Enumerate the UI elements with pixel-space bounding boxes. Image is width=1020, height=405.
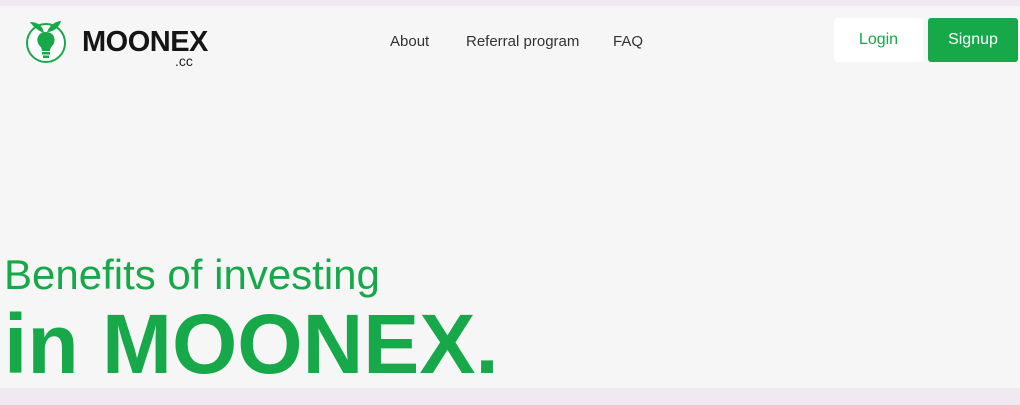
signup-button[interactable]: Signup <box>928 18 1018 62</box>
page-frame: MOONEX .cc About Referral program FAQ Lo… <box>0 6 1020 388</box>
nav-link-referral-program[interactable]: Referral program <box>466 32 579 52</box>
login-button[interactable]: Login <box>834 18 923 62</box>
hero-title: in MOONEX. <box>4 297 499 388</box>
brand-suffix: .cc <box>175 53 193 69</box>
nav-link-about[interactable]: About <box>390 32 429 52</box>
hero-subtitle: Benefits of investing <box>4 251 380 298</box>
nav-link-faq[interactable]: FAQ <box>613 32 643 52</box>
